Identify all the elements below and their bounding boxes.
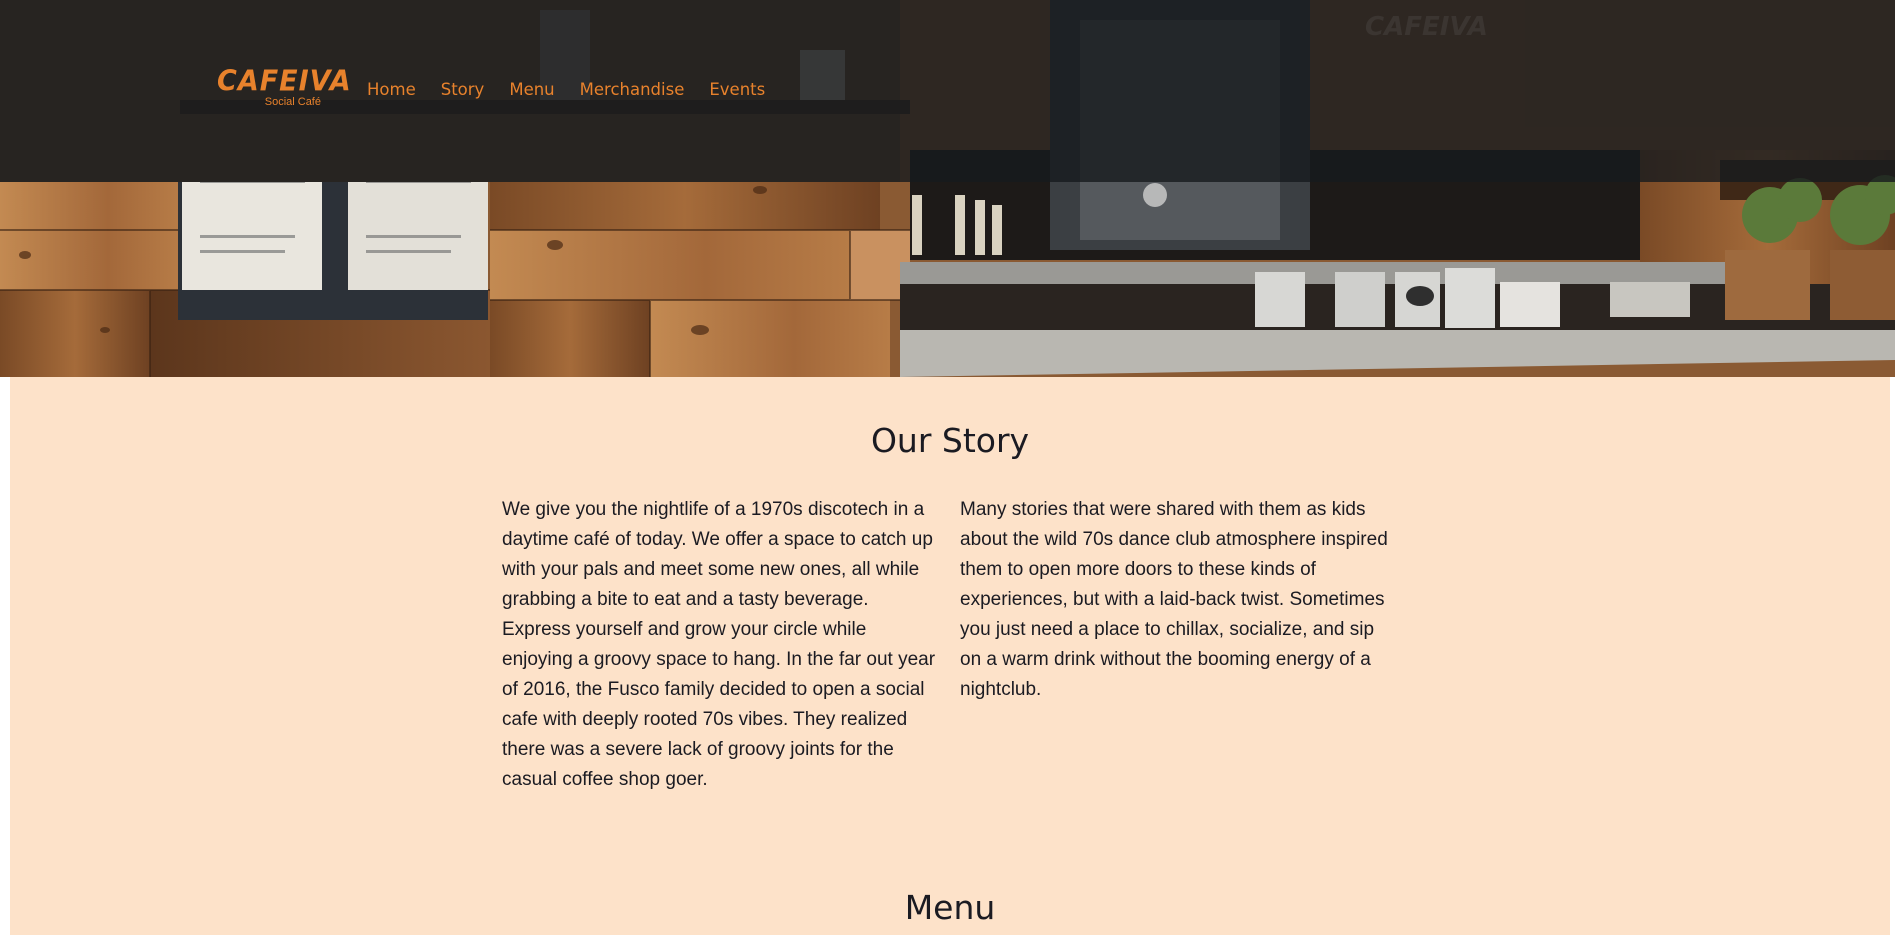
nav-item-story: Story: [441, 80, 485, 100]
hero-image: CAFEIVA CAFEIVA Social Café Home Story M…: [0, 0, 1895, 377]
story-section: Our Story We give you the nightlife of a…: [10, 377, 1890, 935]
nav-link-events[interactable]: Events: [709, 80, 765, 99]
navbar: CAFEIVA CAFEIVA Social Café Home Story M…: [0, 0, 1895, 182]
nav-link-merchandise[interactable]: Merchandise: [580, 80, 685, 99]
nav-item-home: Home: [367, 80, 416, 100]
menu-title: Menu: [904, 888, 996, 927]
nav-item-events: Events: [709, 80, 765, 100]
story-paragraph-left: We give you the nightlife of a 1970s dis…: [502, 499, 936, 790]
story-paragraph-right: Many stories that were shared with them …: [960, 499, 1388, 700]
main-nav: Home Story Menu Merchandise Events: [367, 80, 765, 100]
logo-wordmark: CAFEIVA: [217, 65, 352, 98]
nav-link-menu[interactable]: Menu: [509, 80, 554, 99]
nav-item-menu: Menu: [509, 80, 554, 100]
nav-link-story[interactable]: Story: [441, 80, 485, 99]
background-sign-logo: CAFEIVA: [1365, 12, 1488, 42]
nav-item-merchandise: Merchandise: [580, 80, 685, 100]
logo[interactable]: CAFEIVA Social Café: [217, 67, 351, 110]
story-title: Our Story: [870, 421, 1030, 460]
nav-link-home[interactable]: Home: [367, 80, 416, 99]
logo-tagline: Social Café: [264, 96, 321, 108]
